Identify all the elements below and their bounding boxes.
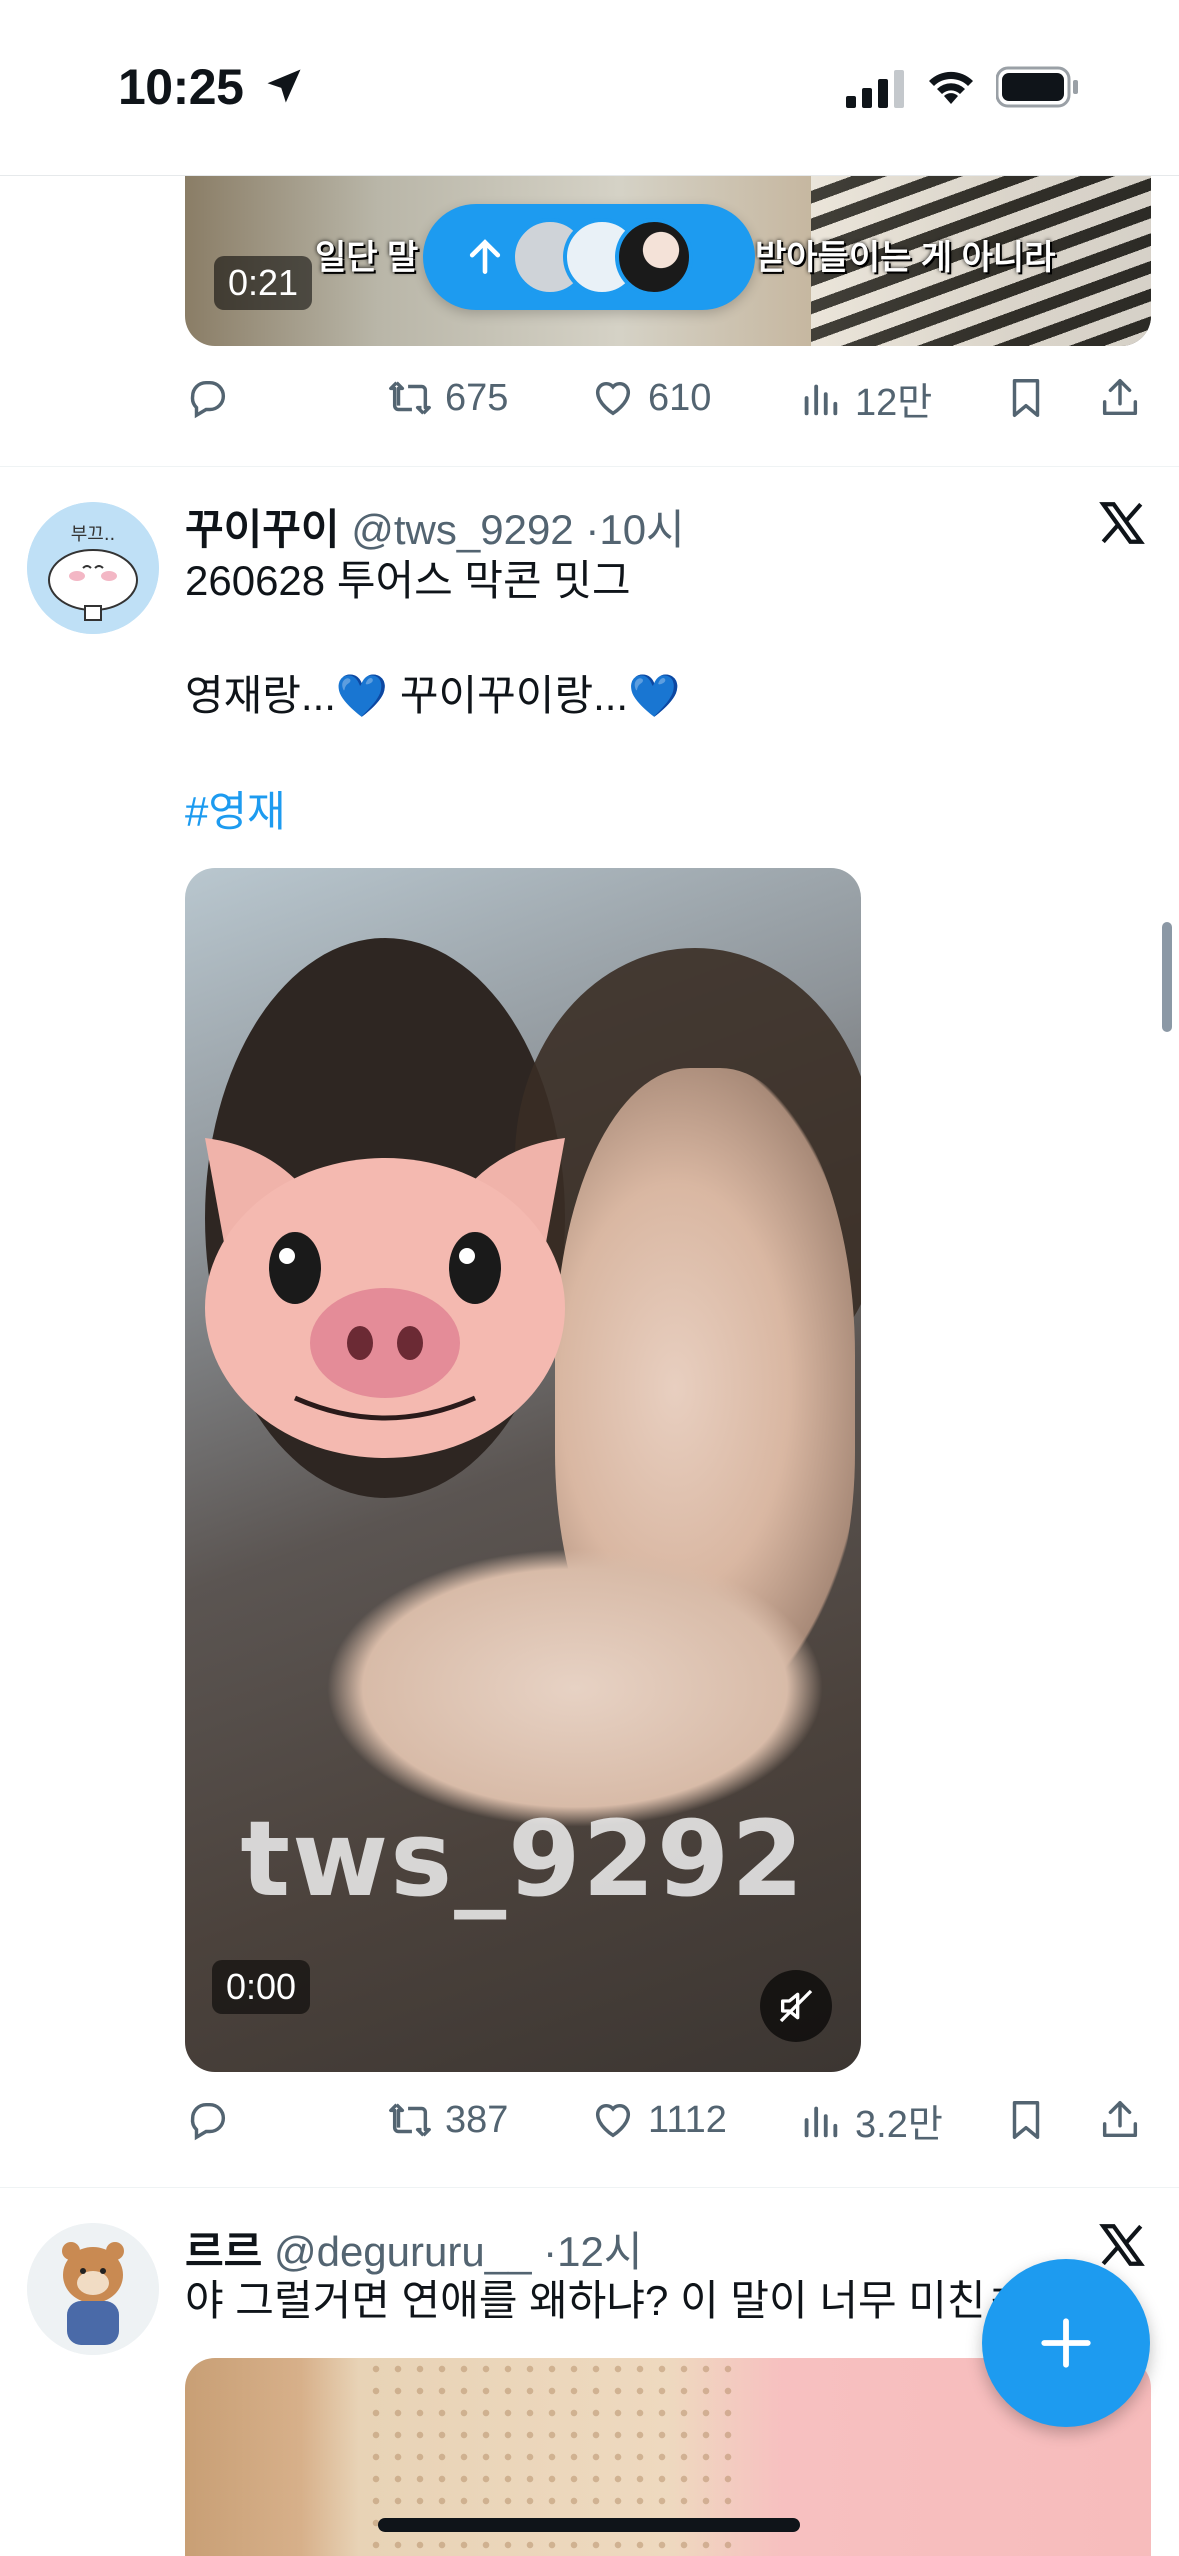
reply-icon <box>190 2102 226 2141</box>
video-subtitle: 받아들이는 게 아니라 <box>755 239 1056 277</box>
tweet-time[interactable]: 12시 <box>557 2228 642 2275</box>
tweet-actions: 675 610 12만 <box>185 368 1145 428</box>
separator-dot: · <box>585 506 600 553</box>
share-button[interactable] <box>1097 368 1143 428</box>
mute-button[interactable] <box>760 1970 832 2042</box>
hashtag-link[interactable]: #영재 <box>185 783 286 841</box>
avatar-illustration <box>27 2223 159 2355</box>
bookmark-button[interactable] <box>1003 368 1049 428</box>
user-handle[interactable]: @degururu__ <box>274 2228 531 2275</box>
views-count: 12만 <box>855 381 933 424</box>
retweet-button[interactable]: 675 <box>387 368 508 428</box>
compose-plus-icon <box>1041 2318 1091 2368</box>
like-button[interactable]: 610 <box>590 368 711 428</box>
video-frame-detail <box>325 1548 825 1828</box>
home-indicator[interactable] <box>378 2518 800 2532</box>
views-button[interactable]: 12만 <box>797 368 932 428</box>
views-icon <box>804 2106 838 2138</box>
status-time: 10:25 <box>118 59 244 115</box>
divider <box>0 2187 1179 2188</box>
like-icon <box>595 2103 631 2138</box>
views-count: 3.2만 <box>855 2103 943 2146</box>
pig-face-sticker <box>205 1138 565 1458</box>
views-icon <box>804 384 838 416</box>
tweet-header: 꾸이꾸이 @tws_9292 ·10시 <box>185 496 685 557</box>
views-button[interactable]: 3.2만 <box>797 2090 943 2150</box>
bookmark-button[interactable] <box>1003 2090 1049 2150</box>
x-logo-icon[interactable] <box>1095 2220 1149 2270</box>
reply-button[interactable] <box>185 2090 231 2150</box>
tweet-video[interactable]: tws_9292 0:00 <box>185 868 861 2072</box>
location-arrow-icon <box>267 69 301 103</box>
signal-icon <box>846 70 904 108</box>
wifi-icon <box>929 71 973 104</box>
tweet-text: 야 그럴거면 연애를 왜하냐? 이 말이 너무 미친ㅋ <box>185 2277 1025 2324</box>
share-icon <box>1102 379 1138 416</box>
like-count: 1112 <box>648 2098 727 2141</box>
tweet-time[interactable]: 10시 <box>599 506 684 553</box>
mute-icon <box>779 1989 813 2023</box>
battery-icon <box>996 66 1078 108</box>
like-button[interactable]: 1112 <box>590 2090 727 2150</box>
retweet-count: 675 <box>445 376 509 419</box>
like-count: 610 <box>648 376 712 419</box>
retweet-button[interactable]: 387 <box>387 2090 508 2150</box>
video-duration: 0:21 <box>214 256 313 310</box>
retweet-count: 387 <box>445 2098 509 2141</box>
bookmark-icon <box>1012 379 1040 417</box>
avatar-caption: 부끄.. <box>71 524 116 545</box>
video-watermark: tws_9292 <box>240 1798 806 1920</box>
retweet-icon <box>389 2103 431 2137</box>
status-bar: 10:25 <box>0 0 1179 176</box>
avatar <box>615 218 693 296</box>
tweet-actions: 387 1112 3.2만 <box>185 2090 1145 2150</box>
x-logo-icon[interactable] <box>1095 498 1149 548</box>
compose-button[interactable] <box>982 2259 1150 2427</box>
share-icon <box>1102 2101 1138 2138</box>
separator-dot: · <box>543 2228 558 2275</box>
video-subtitle: 일단 말 <box>315 239 419 277</box>
display-name[interactable]: 르르 <box>185 2228 262 2275</box>
avatar-illustration: 부끄.. <box>27 502 159 634</box>
display-name[interactable]: 꾸이꾸이 <box>185 506 340 553</box>
user-handle[interactable]: @tws_9292 <box>351 506 573 553</box>
divider <box>0 466 1179 467</box>
new-posts-pill[interactable] <box>423 204 755 310</box>
scrollbar[interactable] <box>1162 922 1172 1032</box>
timeline-feed[interactable]: 일단 말 받아들이는 게 아니라 0:21 675 610 12만 부끄.. 꾸… <box>0 0 1179 2556</box>
reply-button[interactable] <box>185 368 231 428</box>
tweet-header: 르르 @degururu__ ·12시 <box>185 2218 642 2279</box>
avatar[interactable]: 부끄.. <box>27 502 159 634</box>
avatar[interactable] <box>27 2223 159 2355</box>
video-duration: 0:00 <box>212 1960 311 2014</box>
tweet-text: 260628 투어스 막콘 밋그 <box>185 557 631 604</box>
arrow-up-icon <box>469 239 501 274</box>
reply-icon <box>190 380 226 419</box>
tweet-text: 영재랑...💙 꾸이꾸이랑...💙 <box>185 672 681 719</box>
share-button[interactable] <box>1097 2090 1143 2150</box>
retweet-icon <box>389 381 431 415</box>
like-icon <box>595 381 631 416</box>
bookmark-icon <box>1012 2101 1040 2139</box>
